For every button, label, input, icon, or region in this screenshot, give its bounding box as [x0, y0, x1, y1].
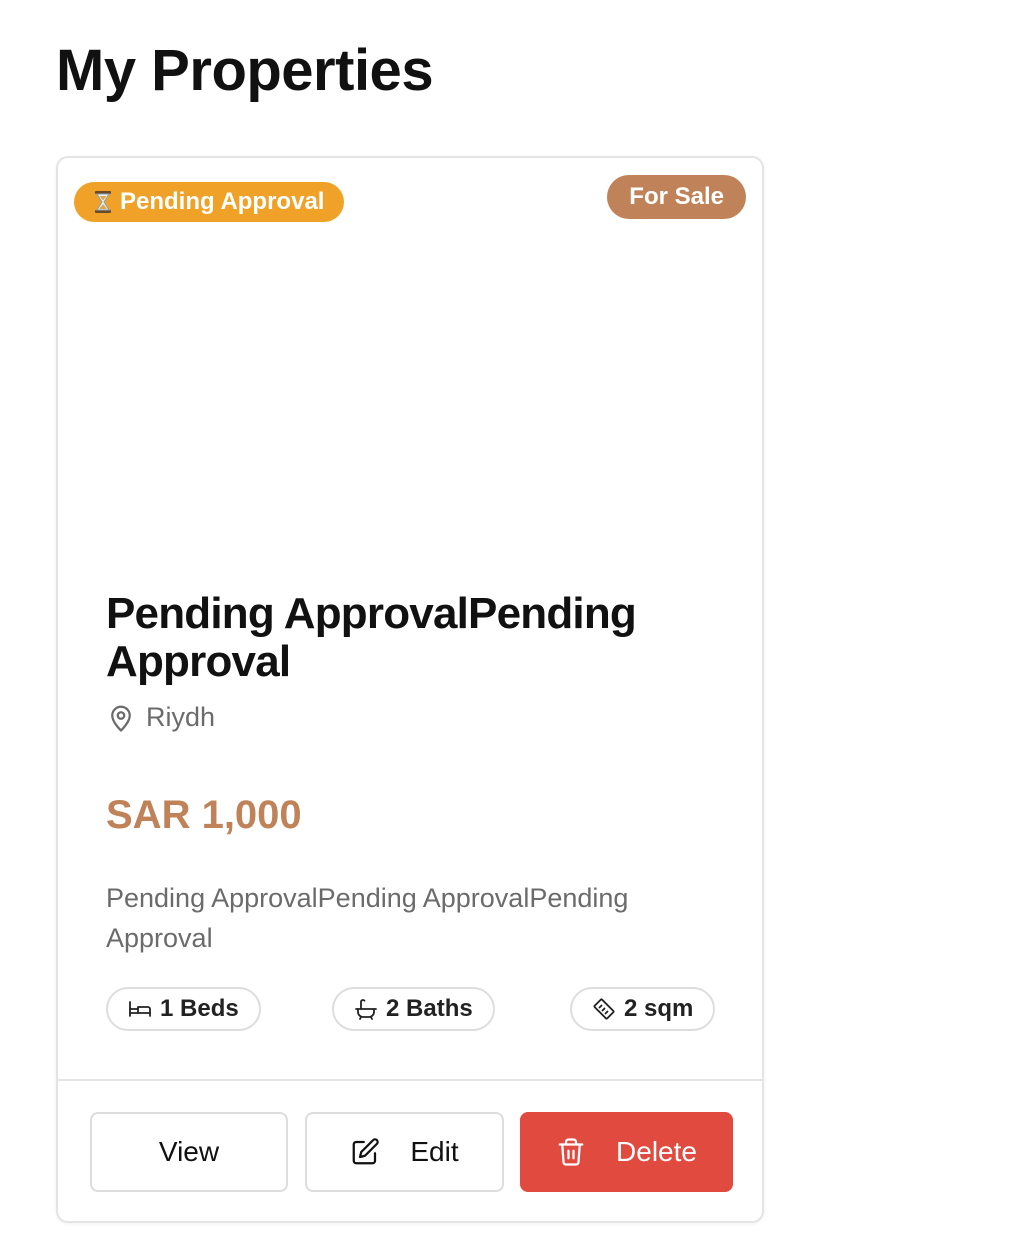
location-label: Riydh: [146, 702, 216, 732]
card-divider: [58, 1079, 762, 1081]
edit-icon: [350, 1137, 380, 1167]
delete-button[interactable]: Delete: [520, 1112, 733, 1192]
property-description: Pending ApprovalPending ApprovalPending …: [106, 883, 629, 953]
property-title: Pending ApprovalPending Approval: [106, 589, 637, 686]
property-details: Pending ApprovalPending Approval Riydh S…: [106, 590, 726, 958]
trash-icon: [556, 1137, 586, 1167]
property-location: Riydh: [106, 702, 726, 733]
property-card: Pending Approval For Sale Pending Approv…: [56, 156, 764, 1223]
status-badge: Pending Approval: [74, 182, 345, 222]
property-price: SAR 1,000: [106, 793, 302, 837]
listing-type-badge: For Sale: [607, 175, 746, 219]
map-pin-icon: [106, 703, 136, 733]
ruler-icon: [592, 997, 616, 1021]
area-feature: 2 sqm: [570, 987, 716, 1031]
edit-button[interactable]: Edit: [305, 1112, 504, 1192]
property-features: 1 Beds 2 Baths 2 sqm: [106, 987, 718, 1031]
bath-icon: [354, 997, 378, 1021]
beds-feature: 1 Beds: [106, 987, 261, 1031]
view-button-label: View: [158, 1136, 220, 1167]
baths-feature: 2 Baths: [332, 987, 495, 1031]
edit-button-label: Edit: [410, 1136, 459, 1167]
bed-icon: [128, 997, 152, 1021]
page-title: My Properties: [56, 38, 434, 103]
hourglass-icon: [94, 190, 112, 214]
beds-label: 1 Beds: [160, 995, 239, 1022]
area-label: 2 sqm: [624, 995, 694, 1022]
view-button[interactable]: View: [90, 1112, 288, 1192]
status-badge-label: Pending Approval: [120, 188, 325, 215]
baths-label: 2 Baths: [386, 995, 473, 1022]
delete-button-label: Delete: [616, 1136, 697, 1167]
